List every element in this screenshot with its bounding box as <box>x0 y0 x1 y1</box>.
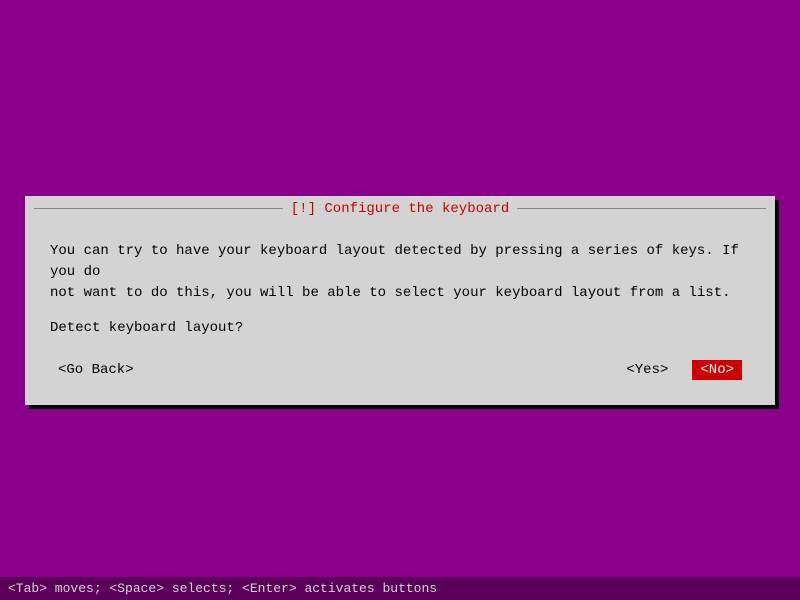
dialog-description: You can try to have your keyboard layout… <box>50 241 750 304</box>
go-back-button[interactable]: <Go Back> <box>50 360 142 380</box>
no-button[interactable]: <No> <box>692 360 742 380</box>
dialog-title-bar: [!] Configure the keyboard <box>26 197 774 221</box>
dialog-title: [!] Configure the keyboard <box>283 201 517 217</box>
status-bar-text: <Tab> moves; <Space> selects; <Enter> ac… <box>8 581 437 596</box>
dialog-body: You can try to have your keyboard layout… <box>26 221 774 404</box>
dialog-prompt: Detect keyboard layout? <box>50 320 750 336</box>
status-bar: <Tab> moves; <Space> selects; <Enter> ac… <box>0 577 800 600</box>
btn-right-group: <Yes> <No> <box>618 360 742 380</box>
dialog: [!] Configure the keyboard You can try t… <box>25 196 775 405</box>
yes-button[interactable]: <Yes> <box>618 360 676 380</box>
title-line: [!] Configure the keyboard <box>34 201 766 217</box>
title-line-right <box>517 208 766 209</box>
dialog-buttons: <Go Back> <Yes> <No> <box>50 356 750 384</box>
title-line-left <box>34 208 283 209</box>
